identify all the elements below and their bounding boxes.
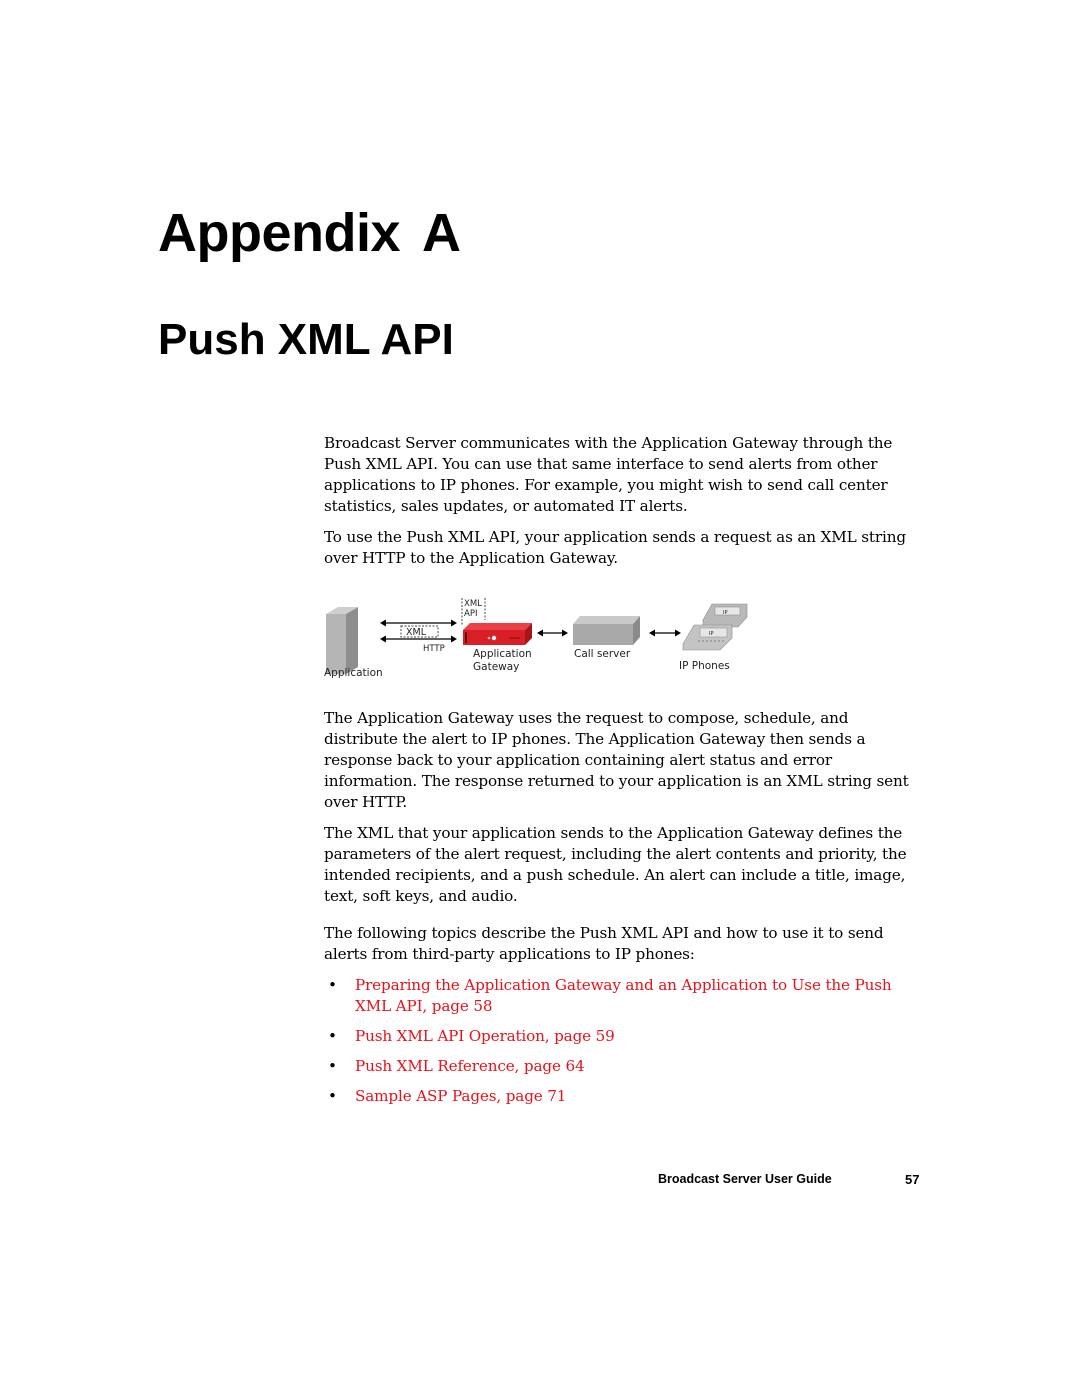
gateway-label-line2: Gateway [473, 661, 519, 673]
call-server-label: Call server [574, 648, 631, 660]
gateway-label-line1: Application [473, 648, 532, 660]
application-server-icon [326, 607, 358, 674]
chapter-label-word: Appendix [158, 203, 401, 263]
application-label: Application [324, 667, 383, 679]
push-xml-architecture-diagram: Application XML HTTP XML API Application… [324, 598, 748, 679]
topic-link-text[interactable]: Sample ASP Pages, page 71 [355, 1087, 566, 1105]
gateway-response-paragraph: The Application Gateway uses the request… [324, 708, 924, 813]
topic-link-sample-asp[interactable]: • Sample ASP Pages, page 71 [328, 1086, 928, 1107]
bullet-icon: • [328, 1027, 337, 1045]
usage-paragraph: To use the Push XML API, your applicatio… [324, 527, 924, 569]
paragraph-text: To use the Push XML API, your applicatio… [324, 528, 906, 567]
ip-phones-label: IP Phones [679, 660, 730, 672]
paragraph-text: The Application Gateway uses the request… [324, 709, 909, 811]
topic-link-preparing[interactable]: • Preparing the Application Gateway and a… [328, 975, 928, 1017]
paragraph-text: Broadcast Server communicates with the A… [324, 434, 893, 515]
application-gateway-device-icon [463, 623, 532, 645]
topic-link-text[interactable]: Preparing the Application Gateway and an… [355, 976, 892, 1015]
xml-payload-label: XML [406, 627, 427, 638]
callserver-phones-arrow-icon [649, 629, 681, 637]
xml-api-label-line1: XML [464, 599, 482, 609]
xml-api-label-line2: API [464, 609, 477, 619]
paragraph-text: The XML that your application sends to t… [324, 824, 907, 905]
chapter-label: Appendix A [158, 206, 461, 260]
topic-link-text[interactable]: Push XML API Operation, page 59 [355, 1027, 615, 1045]
bullet-icon: • [328, 1087, 337, 1105]
http-label: HTTP [423, 644, 445, 654]
topics-intro-paragraph: The following topics describe the Push X… [324, 923, 924, 965]
call-server-icon [573, 616, 640, 645]
gateway-callserver-arrow-icon [537, 629, 568, 637]
bullet-icon: • [328, 976, 337, 994]
paragraph-text: The following topics describe the Push X… [324, 924, 884, 963]
ip-phones-icon: IP IP [682, 603, 748, 651]
intro-paragraph: Broadcast Server communicates with the A… [324, 433, 924, 517]
phone-screen-label: IP [709, 631, 714, 637]
request-arrow-icon [380, 619, 457, 627]
chapter-letter: A [422, 203, 461, 263]
footer-guide-title: Broadcast Server User Guide [658, 1172, 832, 1186]
phone-screen-label: IP [723, 610, 728, 616]
page-number: 57 [905, 1172, 920, 1187]
topic-link-reference[interactable]: • Push XML Reference, page 64 [328, 1056, 928, 1077]
bullet-icon: • [328, 1057, 337, 1075]
xml-parameters-paragraph: The XML that your application sends to t… [324, 823, 924, 907]
topics-list: • Preparing the Application Gateway and a… [328, 975, 928, 1116]
topic-link-operation[interactable]: • Push XML API Operation, page 59 [328, 1026, 928, 1047]
chapter-title: Push XML API [158, 315, 454, 364]
topic-link-text[interactable]: Push XML Reference, page 64 [355, 1057, 585, 1075]
